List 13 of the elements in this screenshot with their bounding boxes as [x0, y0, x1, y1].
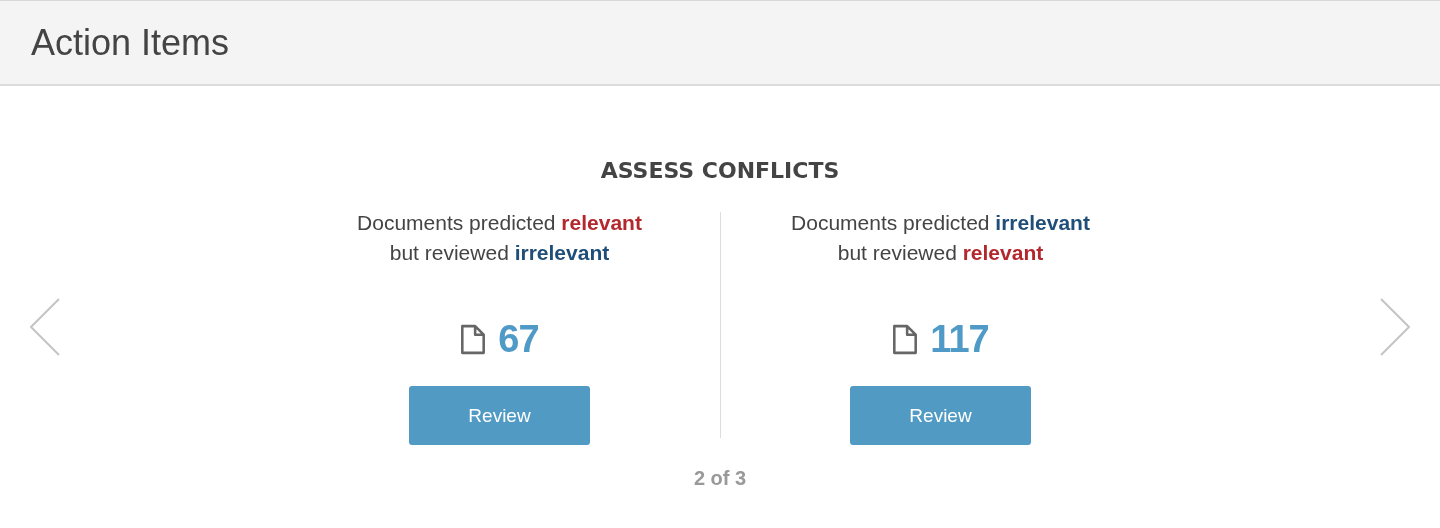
page-title: Action Items [31, 21, 230, 64]
document-count: 67 [498, 317, 539, 361]
document-icon [460, 323, 487, 355]
document-icon [892, 323, 919, 355]
section-title: ASSESS CONFLICTS [600, 158, 840, 185]
document-count: 117 [930, 317, 989, 361]
review-button[interactable]: Review [850, 386, 1031, 445]
card-description: Documents predicted irrelevant but reviewed relevant [791, 210, 1090, 266]
page-indicator: 2 of 3 [693, 467, 747, 490]
next-icon[interactable] [1380, 297, 1410, 356]
previous-icon[interactable] [30, 297, 60, 356]
card-description: Documents predicted relevant but reviewed irrelevant [357, 210, 642, 266]
review-button[interactable]: Review [409, 386, 590, 445]
